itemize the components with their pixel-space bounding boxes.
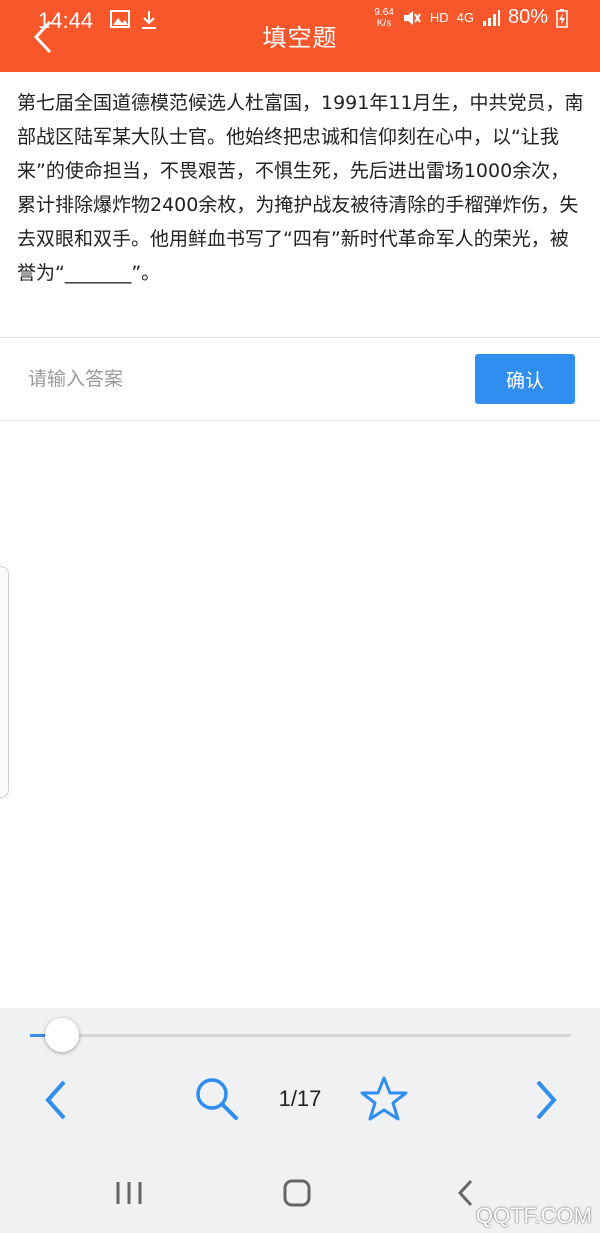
chevron-left-icon[interactable]	[40, 1078, 72, 1122]
answer-input[interactable]	[20, 356, 456, 402]
home-icon[interactable]	[282, 1178, 312, 1208]
question-text: 第七届全国道德模范候选人杜富国，1991年11月生，中共党员，南部战区陆军某大队…	[17, 92, 584, 284]
side-drawer-handle[interactable]	[0, 566, 9, 798]
divider	[0, 337, 600, 338]
app-header: 14:44 9.64 K/s HD 4G 80% 填空题	[0, 0, 600, 72]
search-icon[interactable]	[194, 1076, 240, 1122]
recent-apps-icon[interactable]	[114, 1180, 144, 1206]
confirm-button[interactable]: 确认	[475, 354, 575, 404]
page-title: 填空题	[262, 24, 338, 52]
watermark: QQTF.COM	[475, 1203, 592, 1228]
back-icon[interactable]	[455, 1178, 477, 1208]
page-indicator: 1/17	[278, 1086, 322, 1111]
progress-slider-track[interactable]	[30, 1034, 571, 1037]
divider	[0, 420, 600, 421]
chevron-right-icon[interactable]	[530, 1078, 562, 1122]
star-icon[interactable]	[359, 1075, 409, 1123]
